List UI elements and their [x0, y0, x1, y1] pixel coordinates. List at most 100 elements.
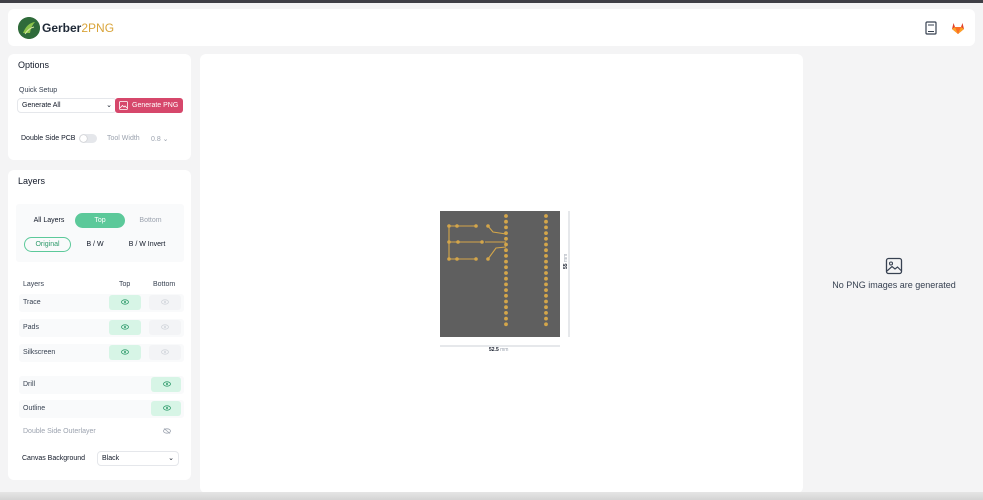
quick-setup-label: Quick Setup [19, 87, 58, 94]
pcb-pad [504, 288, 508, 292]
pcb-pad [544, 299, 548, 304]
options-panel: Options Quick Setup Generate All ⌄ Gener… [8, 54, 191, 160]
silkscreen-bottom-eye-toggle[interactable] [149, 345, 181, 360]
pcb-pad [504, 311, 508, 315]
canvas-background-select[interactable]: Black ⌄ [97, 451, 179, 466]
pcb-pad [504, 299, 508, 304]
canvas-background-label: Canvas Background [22, 455, 86, 462]
pcb-pad [544, 265, 548, 270]
pcb-pad [544, 231, 548, 236]
pcb-pad [504, 322, 508, 327]
height-dimension: 55 mm [563, 253, 569, 269]
mode-bw[interactable]: B / W [75, 237, 115, 252]
pcb-preview [440, 211, 570, 347]
layers-panel: Layers All Layers Top Bottom Original B … [8, 170, 191, 480]
pcb-pad [544, 219, 548, 224]
eye-icon [163, 405, 171, 411]
eye-icon [161, 349, 169, 355]
pcb-pad [544, 322, 548, 327]
layer-name: Double Side Outerlayer [23, 428, 96, 435]
app-header: Gerber2PNG [8, 9, 975, 46]
pads-top-eye-toggle[interactable] [109, 320, 141, 335]
pcb-pad [544, 293, 548, 298]
trace-top-eye-toggle[interactable] [109, 295, 141, 310]
pcb-pad [544, 214, 548, 218]
layers-title: Layers [18, 176, 46, 186]
pcb-pad [544, 236, 548, 241]
layer-name: Trace [23, 299, 41, 306]
pcb-pad [504, 316, 508, 321]
chevron-down-icon: ⌄ [168, 455, 174, 462]
app-logo[interactable] [18, 17, 40, 39]
pcb-pad [544, 311, 548, 315]
pcb-pad [544, 225, 548, 230]
pcb-pad [544, 276, 548, 281]
eye-off-icon [163, 428, 171, 434]
book-icon[interactable] [923, 20, 939, 36]
app-title: Gerber2PNG [42, 21, 115, 35]
pcb-pad [504, 248, 508, 253]
layers-column-header: Layers [23, 281, 45, 288]
window-bottom-edge [0, 492, 983, 500]
pcb-pad [544, 259, 548, 264]
generate-png-label: Generate PNG [132, 102, 179, 109]
tab-top[interactable]: Top [75, 213, 125, 228]
double-side-label: Double Side PCB [21, 135, 76, 142]
tool-width-select[interactable]: 0.8 ⌄ [151, 135, 169, 143]
eye-icon [163, 381, 171, 387]
pcb-pad [504, 293, 508, 298]
top-column-header: Top [119, 281, 131, 288]
pcb-pad [504, 214, 508, 218]
pcb-pad [544, 254, 548, 258]
empty-state-message: No PNG images are generated [832, 280, 956, 290]
tool-width-label: Tool Width [107, 135, 140, 142]
eye-icon [161, 299, 169, 305]
mode-bw-invert[interactable]: B / W Invert [121, 237, 173, 252]
tab-bottom[interactable]: Bottom [128, 213, 173, 228]
layer-name: Outline [23, 405, 46, 412]
eye-icon [121, 324, 129, 330]
eye-icon [121, 299, 129, 305]
pcb-pad [504, 254, 508, 258]
pcb-pad [544, 271, 548, 275]
pcb-pad [504, 219, 508, 224]
pcb-pad [504, 265, 508, 270]
gitlab-icon[interactable] [950, 20, 966, 36]
image-placeholder-icon [885, 257, 903, 275]
window-top-edge [0, 0, 983, 3]
bottom-column-header: Bottom [153, 281, 176, 288]
pcb-board [440, 211, 560, 337]
double-side-toggle[interactable] [79, 134, 97, 143]
pcb-pad [544, 305, 548, 310]
pcb-pad [504, 276, 508, 281]
eye-icon [161, 324, 169, 330]
pcb-pad [504, 305, 508, 310]
drill-eye-toggle[interactable] [151, 377, 181, 392]
pcb-pad [504, 236, 508, 241]
trace-bottom-eye-toggle[interactable] [149, 295, 181, 310]
tab-all-layers[interactable]: All Layers [26, 213, 72, 228]
image-icon [119, 101, 128, 116]
pcb-pad [504, 271, 508, 275]
pcb-pad [544, 248, 548, 253]
silkscreen-top-eye-toggle[interactable] [109, 345, 141, 360]
outerlayer-eye-off-toggle[interactable] [151, 424, 181, 439]
pcb-pad [504, 282, 508, 287]
pcb-pad [504, 231, 508, 236]
pcb-pad [544, 288, 548, 292]
pads-bottom-eye-toggle[interactable] [149, 320, 181, 335]
mode-original[interactable]: Original [24, 237, 71, 252]
pcb-pad [544, 242, 548, 247]
pcb-pad [504, 242, 508, 247]
preview-canvas: 52.5 mm 55 mm [200, 54, 803, 493]
generate-png-button[interactable]: Generate PNG [115, 98, 183, 113]
chevron-down-icon: ⌄ [106, 102, 112, 109]
canvas-background-value: Black [102, 455, 120, 462]
outline-eye-toggle[interactable] [151, 401, 181, 416]
options-title: Options [18, 60, 50, 70]
pcb-pad [504, 259, 508, 264]
pcb-pad [544, 316, 548, 321]
layer-name: Drill [23, 381, 36, 388]
quick-setup-select[interactable]: Generate All ⌄ [17, 98, 117, 113]
layer-name: Silkscreen [23, 349, 56, 356]
